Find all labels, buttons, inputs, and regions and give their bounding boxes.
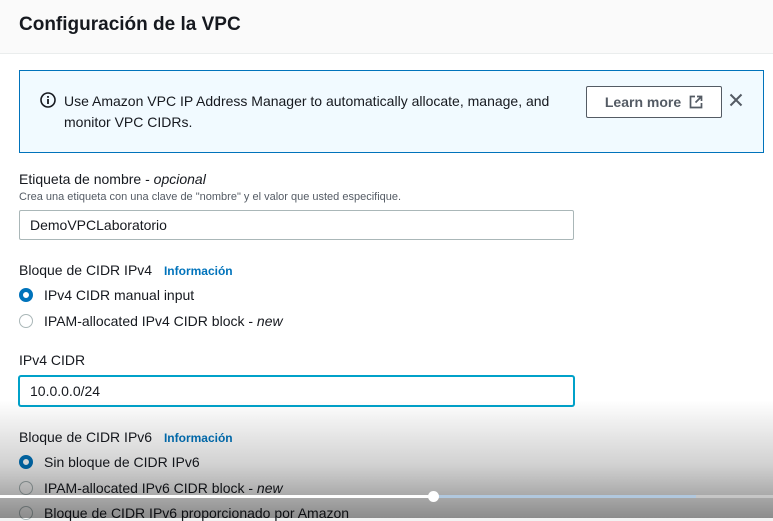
ipv6-block-label-text: Bloque de CIDR IPv6 (19, 429, 153, 445)
radio-label: IPv4 CIDR manual input (44, 287, 195, 303)
ipv4-cidr-label: IPv4 CIDR (19, 352, 86, 368)
radio-ipv4-manual[interactable]: IPv4 CIDR manual input (19, 287, 194, 303)
panel-header: Configuración de la VPC (0, 0, 773, 54)
name-tag-description: Crea una etiqueta con una clave de "nomb… (19, 191, 402, 203)
new-tag: new (256, 480, 283, 496)
video-progress-bar[interactable] (0, 491, 773, 502)
radio-button[interactable] (19, 481, 33, 495)
radio-ipv4-ipam[interactable]: IPAM-allocated IPv4 CIDR block - new (19, 313, 283, 329)
close-icon (729, 93, 743, 107)
radio-label: Bloque de CIDR IPv6 proporcionado por Am… (44, 505, 350, 521)
new-tag: new (256, 313, 283, 329)
ipv4-block-label: Bloque de CIDR IPv4 Información (19, 262, 233, 278)
radio-ipv6-none[interactable]: Sin bloque de CIDR IPv6 (19, 454, 200, 470)
radio-ipv6-ipam[interactable]: IPAM-allocated IPv6 CIDR block - new (19, 480, 283, 496)
external-link-icon (689, 95, 703, 109)
ipv6-block-label: Bloque de CIDR IPv6 Información (19, 429, 233, 445)
info-icon (40, 92, 56, 108)
name-tag-label: Etiqueta de nombre - opcional (19, 171, 206, 187)
name-tag-input[interactable] (19, 210, 574, 240)
page-title: Configuración de la VPC (19, 14, 241, 35)
learn-more-label: Learn more (604, 94, 682, 110)
radio-button[interactable] (19, 288, 33, 302)
vpc-settings-panel: Configuración de la VPC Use Amazon VPC I… (0, 0, 773, 521)
radio-button[interactable] (19, 314, 33, 328)
ipv4-cidr-input[interactable] (19, 376, 574, 406)
radio-label: Sin bloque de CIDR IPv6 (44, 454, 200, 470)
ipv4-block-label-text: Bloque de CIDR IPv4 (19, 262, 153, 278)
radio-label: IPAM-allocated IPv4 CIDR block - (44, 313, 257, 329)
alert-message: Use Amazon VPC IP Address Manager to aut… (64, 93, 550, 130)
radio-ipv6-amazon[interactable]: Bloque de CIDR IPv6 proporcionado por Am… (19, 505, 349, 521)
close-alert-button[interactable] (725, 89, 747, 111)
ipam-info-alert: Use Amazon VPC IP Address Manager to aut… (19, 70, 764, 153)
ipv6-info-link[interactable]: Información (164, 431, 233, 445)
learn-more-button[interactable]: Learn more (586, 86, 722, 118)
video-scrubber-handle[interactable] (427, 491, 439, 502)
name-tag-label-text: Etiqueta de nombre (19, 171, 142, 187)
radio-label: IPAM-allocated IPv6 CIDR block - (44, 480, 257, 496)
radio-button[interactable] (19, 455, 33, 469)
ipv4-info-link[interactable]: Información (164, 264, 233, 278)
optional-hint: opcional (153, 171, 206, 187)
video-played-bar (0, 495, 433, 498)
